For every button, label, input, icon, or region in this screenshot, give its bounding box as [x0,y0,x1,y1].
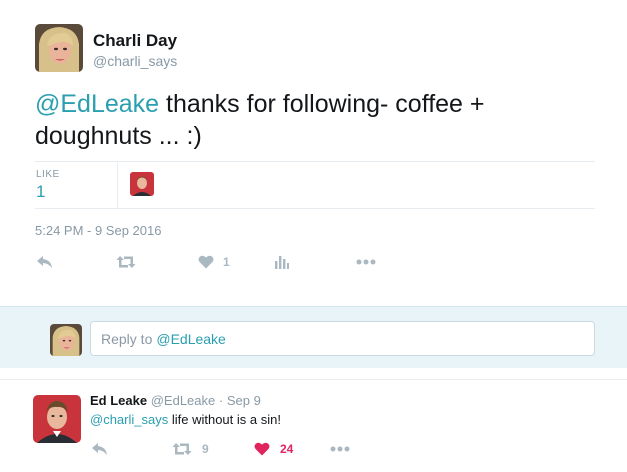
reply-date[interactable]: Sep 9 [227,393,261,408]
stats-divider [117,163,118,209]
reply-header: Ed Leake @EdLeake · Sep 9 [90,393,261,408]
reply-tweet[interactable]: Ed Leake @EdLeake · Sep 9 @charli_says l… [0,379,627,472]
like-button[interactable]: 1 [198,255,230,269]
tweet-timestamp[interactable]: 5:24 PM - 9 Sep 2016 [35,223,161,238]
tweet-text: @EdLeake thanks for following- coffee + … [35,88,595,152]
more-icon [356,259,376,265]
reply-icon [91,442,108,456]
reply-author-name[interactable]: Ed Leake [90,393,147,408]
liker-avatar[interactable] [130,172,154,196]
heart-icon [198,255,214,269]
more-icon [330,446,350,452]
retweet-count: 9 [202,442,209,456]
likes-count[interactable]: 1 [36,182,45,202]
tweet-mention-link[interactable]: @EdLeake [35,90,159,118]
like-count: 1 [223,255,230,269]
author-avatar[interactable] [35,24,83,72]
reply-input[interactable]: Reply to @EdLeake [90,321,595,356]
user-avatar [50,324,82,356]
heart-icon [254,442,270,456]
reply-icon [36,255,53,269]
reply-composer: Reply to @EdLeake [0,306,627,368]
divider [35,208,595,209]
likes-label: LIKE [36,169,60,180]
reply-button[interactable] [36,255,53,269]
reply-author-avatar[interactable] [33,395,81,443]
divider [35,161,595,162]
like-count: 24 [280,442,294,456]
reply-mention-link[interactable]: @charli_says [90,412,168,427]
reply-author-handle[interactable]: @EdLeake [151,393,216,408]
retweet-icon [116,255,136,269]
reply-text: @charli_says life without is a sin! [90,412,281,427]
reply-tweet-reply-button[interactable] [91,442,108,456]
reply-body-text: life without is a sin! [168,412,281,427]
author-name[interactable]: Charli Day [93,31,177,51]
retweet-icon [172,442,192,456]
reply-tweet-like-button[interactable]: 24 [254,442,293,456]
analytics-icon [275,256,289,269]
main-tweet: Charli Day @charli_says @EdLeake thanks … [0,0,627,306]
author-handle[interactable]: @charli_says [93,53,177,69]
separator-dot: · [218,393,224,408]
reply-placeholder-mention: @EdLeake [156,330,226,347]
reply-tweet-retweet-button[interactable]: 9 [172,442,209,456]
reply-tweet-more-button[interactable] [330,446,350,452]
retweet-button[interactable] [116,255,136,269]
reply-placeholder-prefix: Reply to [101,330,153,347]
analytics-button[interactable] [275,256,289,269]
more-button[interactable] [356,259,376,265]
